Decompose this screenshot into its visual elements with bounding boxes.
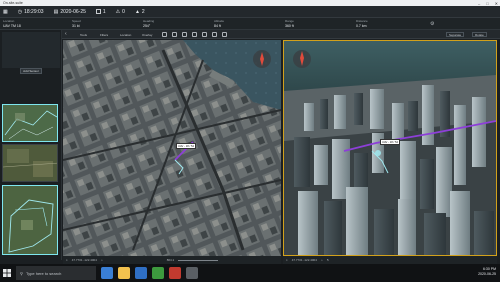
compass-icon[interactable] bbox=[212, 32, 217, 37]
home-icon[interactable]: ⌂ bbox=[101, 258, 103, 262]
file-explorer-icon[interactable] bbox=[118, 267, 130, 279]
thumbnail-map-3[interactable] bbox=[2, 185, 58, 255]
field-range: Range 360 ft bbox=[285, 19, 294, 28]
task-view-icon[interactable] bbox=[101, 267, 113, 279]
clock-icon: ◷ bbox=[17, 8, 23, 15]
alert-icon: ⚠ bbox=[115, 8, 121, 15]
measure-icon[interactable] bbox=[192, 32, 197, 37]
minimize-icon[interactable]: – bbox=[478, 1, 480, 6]
map-view-3d[interactable]: UAV - 18 / 54 bbox=[283, 40, 497, 256]
sidebar-header-panel bbox=[2, 32, 60, 68]
field-speed: Speed 31 kt bbox=[72, 19, 81, 28]
maximize-icon[interactable]: □ bbox=[486, 1, 488, 6]
view-2d-footer: ⌖ 47.7701 -122.4004 ⌂ 864.1 bbox=[63, 256, 281, 264]
warning-icon: ▲ bbox=[134, 8, 140, 15]
map-view-2d[interactable]: UAV - 18 / 54 bbox=[63, 40, 281, 256]
rotate-icon[interactable]: ↻ bbox=[327, 258, 330, 262]
search-icon: ⚲ bbox=[20, 270, 23, 276]
app-icon-red[interactable] bbox=[169, 267, 181, 279]
crosshair-icon[interactable]: ⌖ bbox=[66, 258, 68, 262]
view-3d-footer: ⌖ 47.7701 -122.4004 ⌂ ↻ bbox=[283, 256, 497, 264]
status-count-b[interactable]: ⚠ 0 bbox=[116, 9, 125, 15]
tab-overlay[interactable]: Overlay bbox=[142, 32, 152, 37]
target-callout-2d[interactable]: UAV - 18 / 54 bbox=[176, 143, 196, 149]
taskbar: ⚲ Type here to search 6:30 PM 2020-06-25 bbox=[0, 264, 500, 282]
crosshair-icon[interactable]: ⌖ bbox=[286, 258, 288, 262]
windows-start-icon[interactable] bbox=[0, 264, 14, 282]
telemetry-bar: Location UAV TM 18 Speed 31 kt Heading 2… bbox=[0, 18, 500, 30]
layers-icon[interactable] bbox=[162, 32, 167, 37]
coordinate-readout-3d: 47.7701 -122.4004 bbox=[291, 258, 317, 262]
map-2d-canvas bbox=[63, 40, 281, 256]
zoom-slider[interactable] bbox=[178, 259, 219, 261]
app-icon-green[interactable] bbox=[152, 267, 164, 279]
window-title: On-site-suite bbox=[3, 1, 23, 5]
edge-browser-icon[interactable] bbox=[135, 267, 147, 279]
status-time: ◷ 18:29:03 bbox=[17, 8, 44, 15]
target-marker-3d bbox=[375, 150, 381, 156]
calendar-icon: ▤ bbox=[53, 8, 59, 15]
thumbnail-map-2[interactable] bbox=[2, 144, 58, 182]
view-toolbar: ‹ Tools Filters Location Overlay Separat… bbox=[62, 30, 500, 39]
map-3d-canvas bbox=[284, 41, 496, 255]
add-sensor-button[interactable]: Add Sensor bbox=[20, 68, 42, 74]
status-count-a[interactable]: 1 bbox=[95, 9, 106, 15]
settings-icon[interactable]: ⚙ bbox=[430, 21, 434, 27]
status-bar: ▦ ◷ 18:29:03 ▤ 2020-06-25 1 ⚠ 0 ▲ 2 bbox=[0, 6, 500, 18]
draw-icon[interactable] bbox=[222, 32, 227, 37]
camera-icon[interactable] bbox=[172, 32, 177, 37]
target-callout-3d[interactable]: UAV - 18 / 54 bbox=[380, 139, 400, 145]
close-icon[interactable]: ✕ bbox=[495, 1, 498, 6]
system-tray-clock[interactable]: 6:30 PM 2020-06-25 bbox=[478, 267, 496, 277]
grid-icon[interactable]: ▦ bbox=[3, 9, 8, 15]
sidebar: Add Sensor Show Details bbox=[0, 30, 62, 268]
message-icon bbox=[95, 9, 101, 14]
zoom-readout-2d: 864.1 bbox=[166, 258, 175, 262]
tab-tools[interactable]: Tools bbox=[80, 32, 87, 37]
tab-location[interactable]: Location bbox=[120, 32, 131, 37]
taskbar-search-input[interactable]: ⚲ Type here to search bbox=[16, 266, 96, 280]
field-location: Location UAV TM 18 bbox=[3, 19, 21, 28]
field-heading: Heading 254° bbox=[143, 19, 155, 28]
separate-button[interactable]: Separate bbox=[446, 32, 465, 37]
grid-toggle-icon[interactable] bbox=[202, 32, 207, 37]
field-altitude: Altitude 84 ft bbox=[214, 19, 225, 28]
field-distance: Distance 0.7 km bbox=[356, 19, 368, 28]
coordinate-readout-2d: 47.7701 -122.4004 bbox=[71, 258, 97, 262]
tab-filters[interactable]: Filters bbox=[100, 32, 108, 37]
app-icon-gray[interactable] bbox=[186, 267, 198, 279]
back-icon[interactable]: ‹ bbox=[65, 31, 67, 37]
target-icon[interactable] bbox=[182, 32, 187, 37]
status-count-c[interactable]: ▲ 2 bbox=[135, 9, 145, 15]
status-date: ▤ 2020-06-25 bbox=[53, 8, 86, 15]
home-icon[interactable]: ⌂ bbox=[321, 258, 323, 262]
rotate-button[interactable]: Rotate bbox=[472, 32, 487, 37]
thumbnail-map-1[interactable] bbox=[2, 104, 58, 142]
